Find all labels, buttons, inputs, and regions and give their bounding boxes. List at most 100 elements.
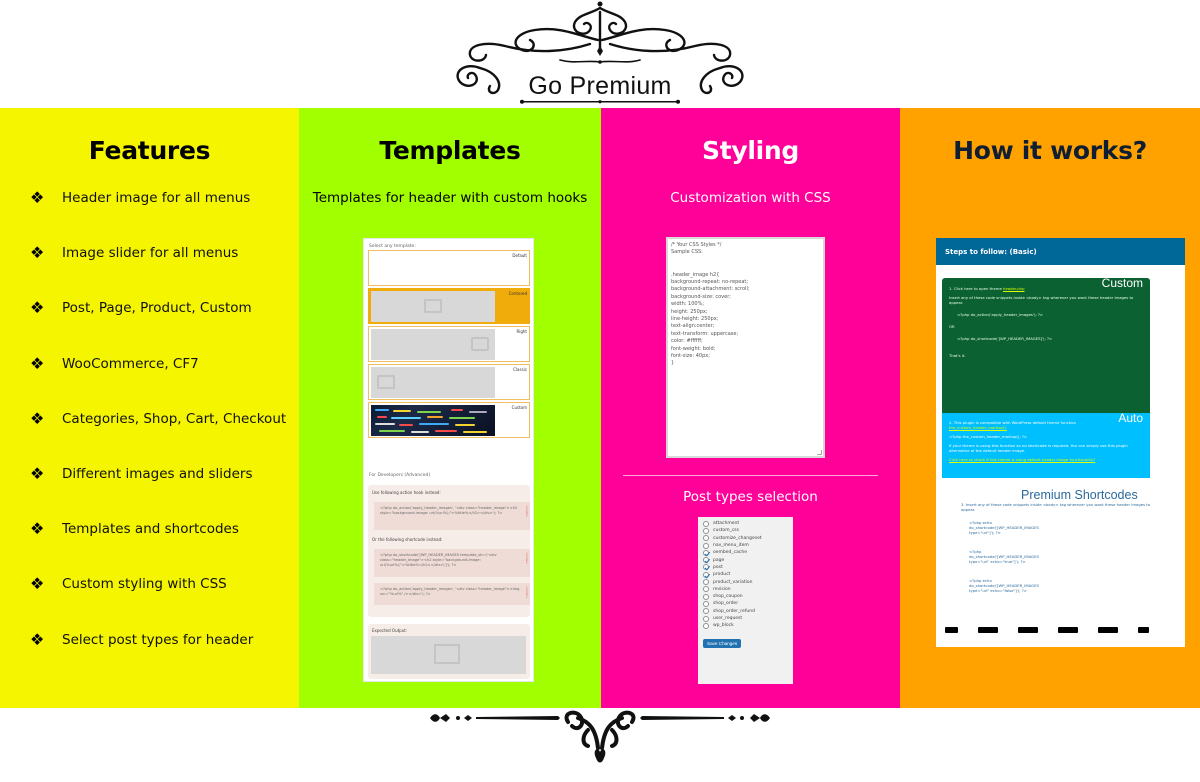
css-line: .header_image h2{ (671, 271, 720, 278)
post-type-option[interactable]: shop_order (703, 600, 788, 607)
feature-item: ❖ Different images and sliders (30, 465, 286, 521)
post-type-option[interactable]: user_request (703, 615, 788, 622)
post-type-label: shop_order (713, 601, 739, 607)
css-line: font-weight: bold; (671, 345, 716, 352)
css-editor-textarea[interactable]: /* Your CSS Styles */Sample CSS: .header_… (666, 237, 825, 458)
features-list: ❖ Header image for all menus ❖ Image slider… (30, 190, 286, 687)
bottom-ornament (428, 708, 772, 768)
developers-label: For Developers (Advanced) (369, 473, 431, 478)
css-line: color: #ffffff; (671, 338, 703, 345)
code-snippet[interactable]: <?php do_shortcode('[WP_HEADER_IMAGES te… (374, 549, 530, 577)
code-snippet[interactable]: <?php do_action('apply_header_images', '… (374, 502, 530, 530)
checkbox-unchecked[interactable] (703, 527, 709, 534)
post-type-option[interactable]: customize_changeset (703, 535, 788, 542)
template-settings-screenshot: Select any template: Default Centered Ri… (363, 238, 534, 682)
post-type-option[interactable]: product_variation (703, 578, 788, 586)
template-name: Classic (513, 367, 527, 372)
css-line: font-size: 40px; (671, 353, 710, 360)
checkbox-checked[interactable] (703, 564, 709, 571)
checkbox-checked[interactable] (703, 549, 709, 556)
css-line: text-align:center; (671, 323, 715, 330)
post-type-option[interactable]: wp_block (703, 622, 788, 629)
feature-item: ❖ Image slider for all menus (30, 245, 286, 300)
checkbox-unchecked[interactable] (703, 593, 709, 600)
template-option-classic[interactable]: Classic (368, 364, 530, 400)
template-name: Default (512, 253, 527, 258)
checkbox-unchecked[interactable] (703, 622, 709, 629)
checkbox-unchecked[interactable] (703, 600, 709, 607)
post-type-option[interactable]: shop_coupon (703, 593, 788, 600)
select-template-label: Select any template: (369, 244, 416, 249)
css-line: text-transform: uppercase; (671, 330, 739, 337)
template-option-custom[interactable]: Custom (368, 402, 530, 438)
checkbox-unchecked[interactable] (703, 542, 709, 549)
feature-item: ❖ Header image for all menus (30, 190, 286, 245)
post-types-panel: attachment custom_css customize_changeset n… (698, 517, 793, 684)
diamond-bullet-icon: ❖ (30, 243, 45, 263)
post-type-option[interactable]: shop_order_refund (703, 608, 788, 615)
template-option-centered[interactable]: Centered (368, 288, 530, 324)
css-line: background-size: cover; (671, 293, 731, 300)
feature-item: ❖ WooCommerce, CF7 (30, 353, 286, 411)
css-line: } (671, 360, 675, 367)
post-type-option[interactable]: page (703, 556, 788, 564)
post-types-list: attachment custom_css customize_changeset n… (703, 520, 788, 629)
post-type-option[interactable]: post (703, 564, 788, 571)
action-hook-label: Use following action hook instead: (372, 490, 441, 495)
checkbox-unchecked[interactable] (703, 608, 709, 615)
template-name: Right (516, 329, 527, 334)
page-title: Go Premium (528, 72, 672, 100)
post-type-label: revision (713, 586, 731, 592)
expected-output-label: Expected Output: (372, 628, 408, 633)
post-type-option[interactable]: oembed_cache (703, 549, 788, 556)
save-changes-button[interactable]: Save Changes (703, 639, 742, 649)
code-screen-image (371, 405, 495, 436)
image-icon (377, 375, 395, 389)
premium-shortcodes-body: 3. Insert any of these code snippets ins… (961, 502, 1151, 593)
custom-method-card: Custom 1. Click here to open theme heade… (942, 276, 1150, 413)
post-type-label: custom_css (713, 528, 739, 534)
post-type-label: product (713, 572, 731, 578)
code-snippet[interactable]: <?php do_action('apply_header_images', '… (374, 583, 530, 605)
resize-handle[interactable] (817, 450, 822, 455)
feature-columns: Features ❖ Header image for all menus ❖ Ima… (0, 108, 1200, 708)
checkbox-unchecked[interactable] (703, 586, 709, 593)
check-theme-link[interactable]: Click here to check if this theme is usi… (949, 457, 1143, 462)
template-option-default[interactable]: Default (368, 250, 530, 286)
image-placeholder (371, 329, 495, 360)
post-type-option[interactable]: revision (703, 586, 788, 593)
diamond-bullet-icon: ❖ (30, 353, 45, 373)
auto-method-card: Auto 2. This plugin is compatible with W… (942, 411, 1150, 478)
checkbox-unchecked[interactable] (703, 535, 709, 542)
templates-column: Templates Templates for header with cust… (299, 108, 601, 708)
post-type-label: shop_coupon (713, 594, 743, 600)
checkbox-unchecked[interactable] (703, 579, 709, 586)
post-type-option[interactable]: nav_menu_item (703, 542, 788, 549)
feature-text: Templates and shortcodes (62, 521, 239, 538)
templates-subtitle: Templates for header with custom hooks (312, 190, 588, 206)
code-snippet: <?php echo do_shortcode('[WP_HEADER_IMAG… (969, 520, 1039, 535)
custom-header-markup-link[interactable]: the_custom_header_markup(). (949, 425, 1007, 430)
css-line: /* Your CSS Styles */ (671, 242, 722, 248)
css-line (671, 257, 820, 264)
css-line: height: 250px; (671, 308, 708, 315)
feature-text: Custom styling with CSS (62, 576, 227, 593)
post-type-label: shop_order_refund (713, 608, 755, 614)
checkbox-unchecked[interactable] (703, 520, 709, 527)
checkbox-unchecked[interactable] (703, 615, 709, 622)
post-type-option[interactable]: attachment (703, 520, 788, 527)
post-type-option[interactable]: custom_css (703, 527, 788, 534)
post-type-label: user_request (713, 616, 743, 621)
header-php-link[interactable]: header.php (1003, 286, 1024, 291)
image-placeholder (371, 636, 526, 674)
auto-badge: Auto (1118, 411, 1143, 425)
post-type-label: page (713, 557, 725, 563)
checkbox-checked[interactable] (703, 557, 709, 564)
code-snippet: <?php do_action('apply_header_images'); … (957, 312, 1044, 317)
template-option-right[interactable]: Right (368, 326, 530, 362)
diamond-bullet-icon: ❖ (30, 629, 45, 649)
post-type-option[interactable]: product (703, 571, 788, 578)
checkbox-checked[interactable] (703, 571, 709, 578)
custom-badge: Custom (1101, 276, 1143, 290)
post-type-label: post (713, 564, 723, 570)
